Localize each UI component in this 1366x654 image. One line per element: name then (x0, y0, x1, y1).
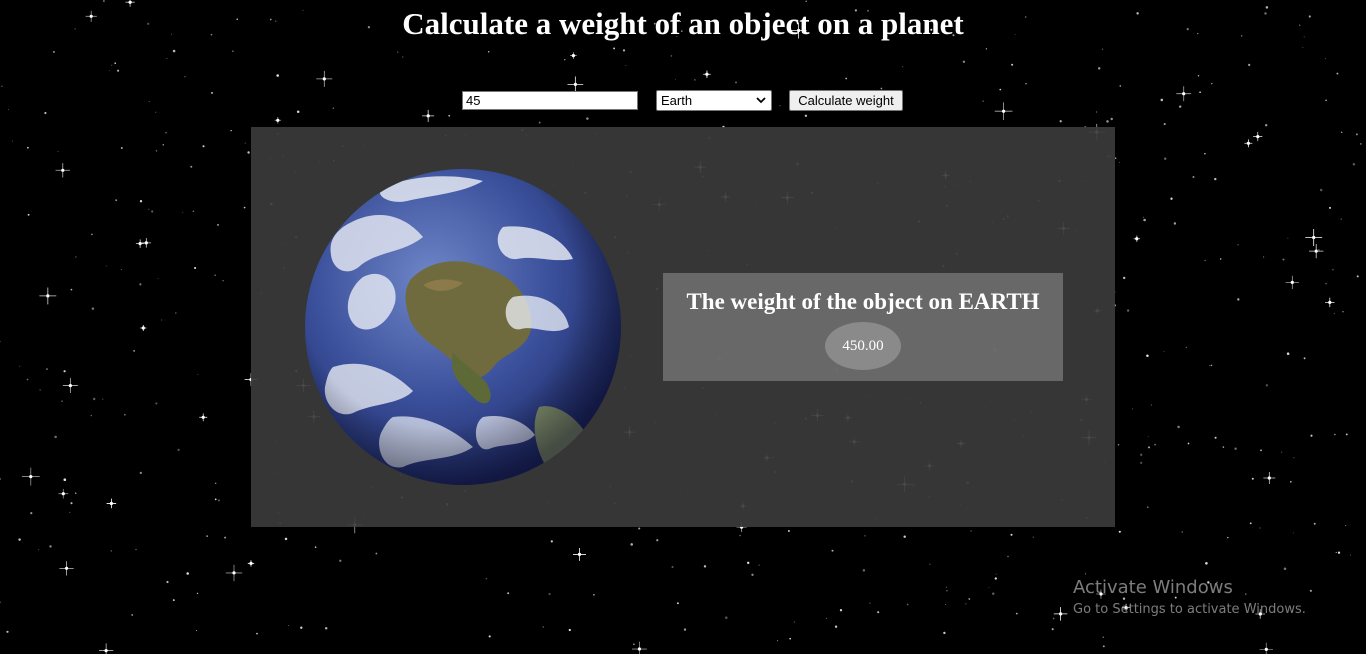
controls-bar: Earth Calculate weight (0, 90, 1366, 112)
result-weight-value: 450.00 (825, 322, 901, 370)
calculate-weight-button[interactable]: Calculate weight (789, 90, 903, 111)
result-panel: The weight of the object on EARTH 450.00 (251, 127, 1115, 527)
activate-windows-watermark: Activate Windows Go to Settings to activ… (1073, 576, 1306, 620)
result-heading: The weight of the object on EARTH (686, 289, 1040, 314)
activate-windows-title: Activate Windows (1073, 577, 1233, 598)
page-title: Calculate a weight of an object on a pla… (402, 6, 964, 41)
mass-input[interactable] (462, 91, 638, 110)
activate-windows-subtitle: Go to Settings to activate Windows. (1073, 602, 1306, 617)
result-box: The weight of the object on EARTH 450.00 (663, 273, 1063, 381)
planet-select-value: Earth (661, 93, 693, 108)
earth-globe-image (305, 169, 621, 485)
chevron-down-icon (756, 97, 766, 104)
planet-select[interactable]: Earth (656, 90, 772, 111)
